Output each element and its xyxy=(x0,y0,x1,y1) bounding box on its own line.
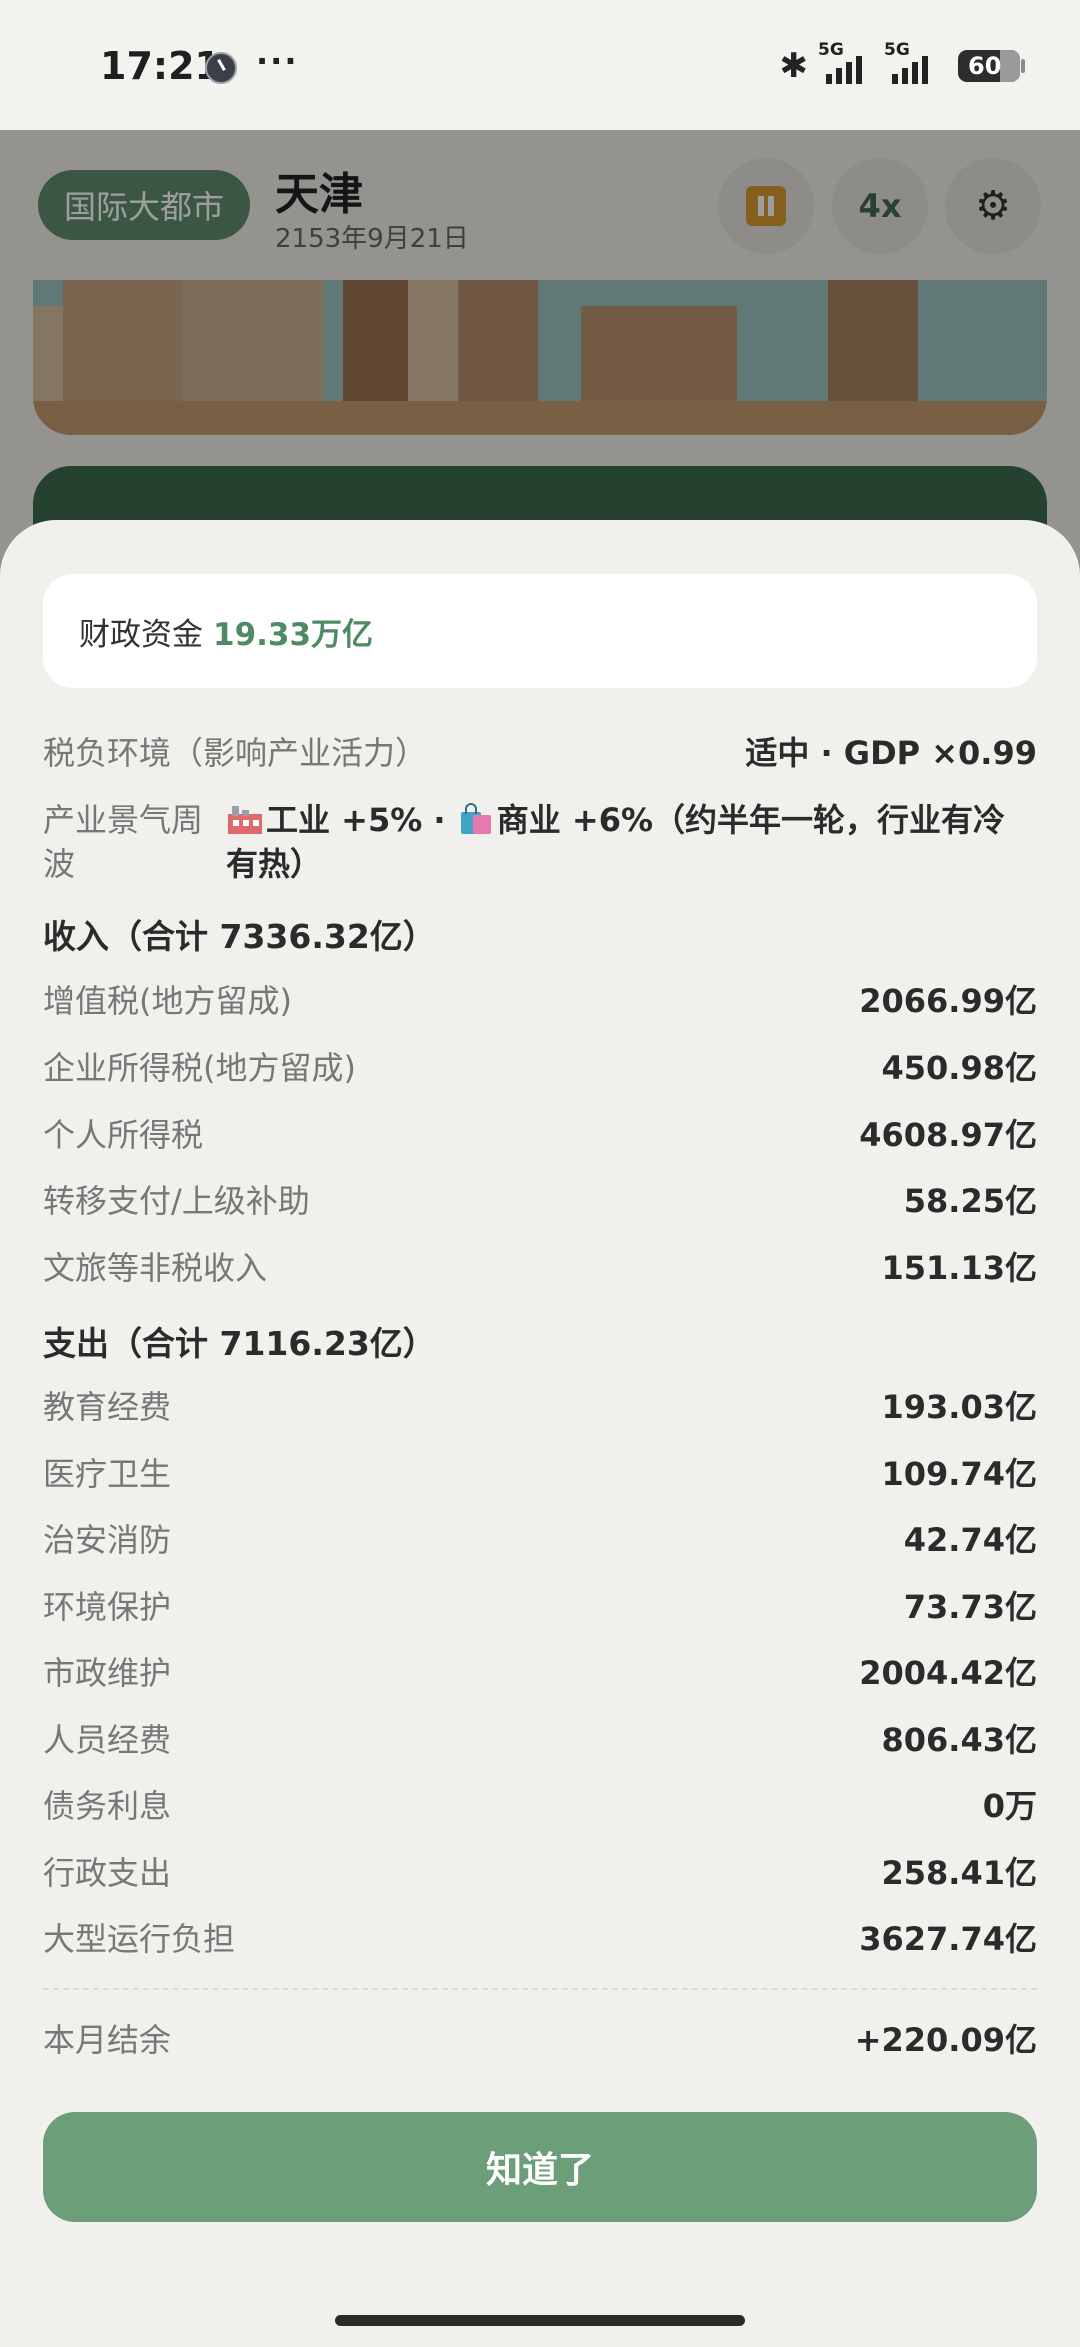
expense-row: 大型运行负担 3627.74亿 xyxy=(43,1914,1037,1960)
expense-row: 医疗卫生 109.74亿 xyxy=(43,1449,1037,1495)
row-value: 适中 · GDP ×0.99 xyxy=(745,734,1037,772)
row-value: 73.73亿 xyxy=(903,1588,1037,1626)
expense-row: 人员经费 806.43亿 xyxy=(43,1715,1037,1761)
row-label: 大型运行负担 xyxy=(43,1920,236,1958)
expense-row: 环境保护 73.73亿 xyxy=(43,1582,1037,1628)
tax-env-row: 税负环境（影响产业活力） 适中 · GDP ×0.99 xyxy=(43,728,1037,774)
divider xyxy=(43,1988,1037,1990)
row-label: 治安消防 xyxy=(43,1521,172,1559)
income-row: 增值税(地方留成) 2066.99亿 xyxy=(43,976,1037,1022)
row-value: 151.13亿 xyxy=(881,1249,1038,1287)
expense-title: 支出（合计 7116.23亿） xyxy=(43,1324,436,1363)
row-value: +220.09亿 xyxy=(854,2021,1037,2059)
row-label: 增值税(地方留成) xyxy=(43,982,292,1020)
row-value: 2004.42亿 xyxy=(859,1654,1037,1692)
signal-icon: 5G xyxy=(818,40,874,86)
factory-icon xyxy=(226,802,264,836)
row-label: 企业所得税(地方留成) xyxy=(43,1049,356,1087)
row-label: 医疗卫生 xyxy=(43,1455,172,1493)
income-row: 企业所得税(地方留成) 450.98亿 xyxy=(43,1043,1037,1089)
row-label: 税负环境（影响产业活力） xyxy=(43,734,428,772)
row-value: 工业 +5% · 商业 +6%（约半年一轮，行业有冷有热） xyxy=(226,798,1037,886)
row-value: 0万 xyxy=(982,1787,1037,1825)
funds-label: 财政资金 xyxy=(79,616,203,653)
row-value: 4608.97亿 xyxy=(859,1116,1037,1154)
balance-row: 本月结余 +220.09亿 xyxy=(43,2015,1037,2061)
row-label: 人员经费 xyxy=(43,1721,172,1759)
funds-card: 财政资金 19.33万亿 xyxy=(43,574,1037,688)
income-row: 转移支付/上级补助 58.25亿 xyxy=(43,1176,1037,1222)
status-time: 17:21 xyxy=(100,44,221,88)
income-title: 收入（合计 7336.32亿） xyxy=(43,917,436,956)
row-value: 42.74亿 xyxy=(903,1521,1037,1559)
row-label: 市政维护 xyxy=(43,1654,172,1692)
row-label: 产业景气周波 xyxy=(43,801,204,883)
status-icons: ✱ 5G 5G 60 xyxy=(779,40,1025,88)
funds-value: 19.33万亿 xyxy=(213,616,374,653)
row-value: 806.43亿 xyxy=(881,1721,1038,1759)
row-value: 193.03亿 xyxy=(881,1388,1038,1426)
row-value: 3627.74亿 xyxy=(859,1920,1037,1958)
battery-level: 60 xyxy=(968,52,1002,80)
row-label: 行政支出 xyxy=(43,1854,172,1892)
expense-row: 市政维护 2004.42亿 xyxy=(43,1648,1037,1694)
income-row: 文旅等非税收入 151.13亿 xyxy=(43,1243,1037,1289)
row-label: 个人所得税 xyxy=(43,1116,204,1154)
row-value: 109.74亿 xyxy=(881,1455,1038,1493)
expense-row: 治安消防 42.74亿 xyxy=(43,1515,1037,1561)
row-label: 转移支付/上级补助 xyxy=(43,1182,310,1220)
home-indicator[interactable] xyxy=(335,2315,745,2326)
clock-app-icon xyxy=(205,52,237,84)
row-value: 258.41亿 xyxy=(881,1854,1038,1892)
status-bar: 17:21 ··· ✱ 5G 5G 60 xyxy=(0,0,1080,130)
ok-button[interactable]: 知道了 xyxy=(43,2112,1037,2222)
row-label: 环境保护 xyxy=(43,1588,172,1626)
industry-value: 工业 +5% · xyxy=(266,801,457,839)
row-value: 450.98亿 xyxy=(881,1049,1038,1087)
row-label: 债务利息 xyxy=(43,1787,172,1825)
row-label: 教育经费 xyxy=(43,1388,172,1426)
expense-row: 债务利息 0万 xyxy=(43,1781,1037,1827)
row-label: 文旅等非税收入 xyxy=(43,1249,268,1287)
income-row: 个人所得税 4608.97亿 xyxy=(43,1110,1037,1156)
shopping-bags-icon xyxy=(457,802,495,836)
signal-icon: 5G xyxy=(884,40,940,86)
row-value: 2066.99亿 xyxy=(859,982,1037,1020)
bluetooth-icon: ✱ xyxy=(779,46,809,86)
more-notifications-icon: ··· xyxy=(256,42,299,80)
battery-icon: 60 xyxy=(958,50,1025,82)
row-value: 58.25亿 xyxy=(903,1182,1037,1220)
expense-row: 行政支出 258.41亿 xyxy=(43,1848,1037,1894)
finance-sheet: 财政资金 19.33万亿 税负环境（影响产业活力） 适中 · GDP ×0.99… xyxy=(0,520,1080,2347)
row-label: 本月结余 xyxy=(43,2021,172,2059)
expense-row: 教育经费 193.03亿 xyxy=(43,1382,1037,1428)
